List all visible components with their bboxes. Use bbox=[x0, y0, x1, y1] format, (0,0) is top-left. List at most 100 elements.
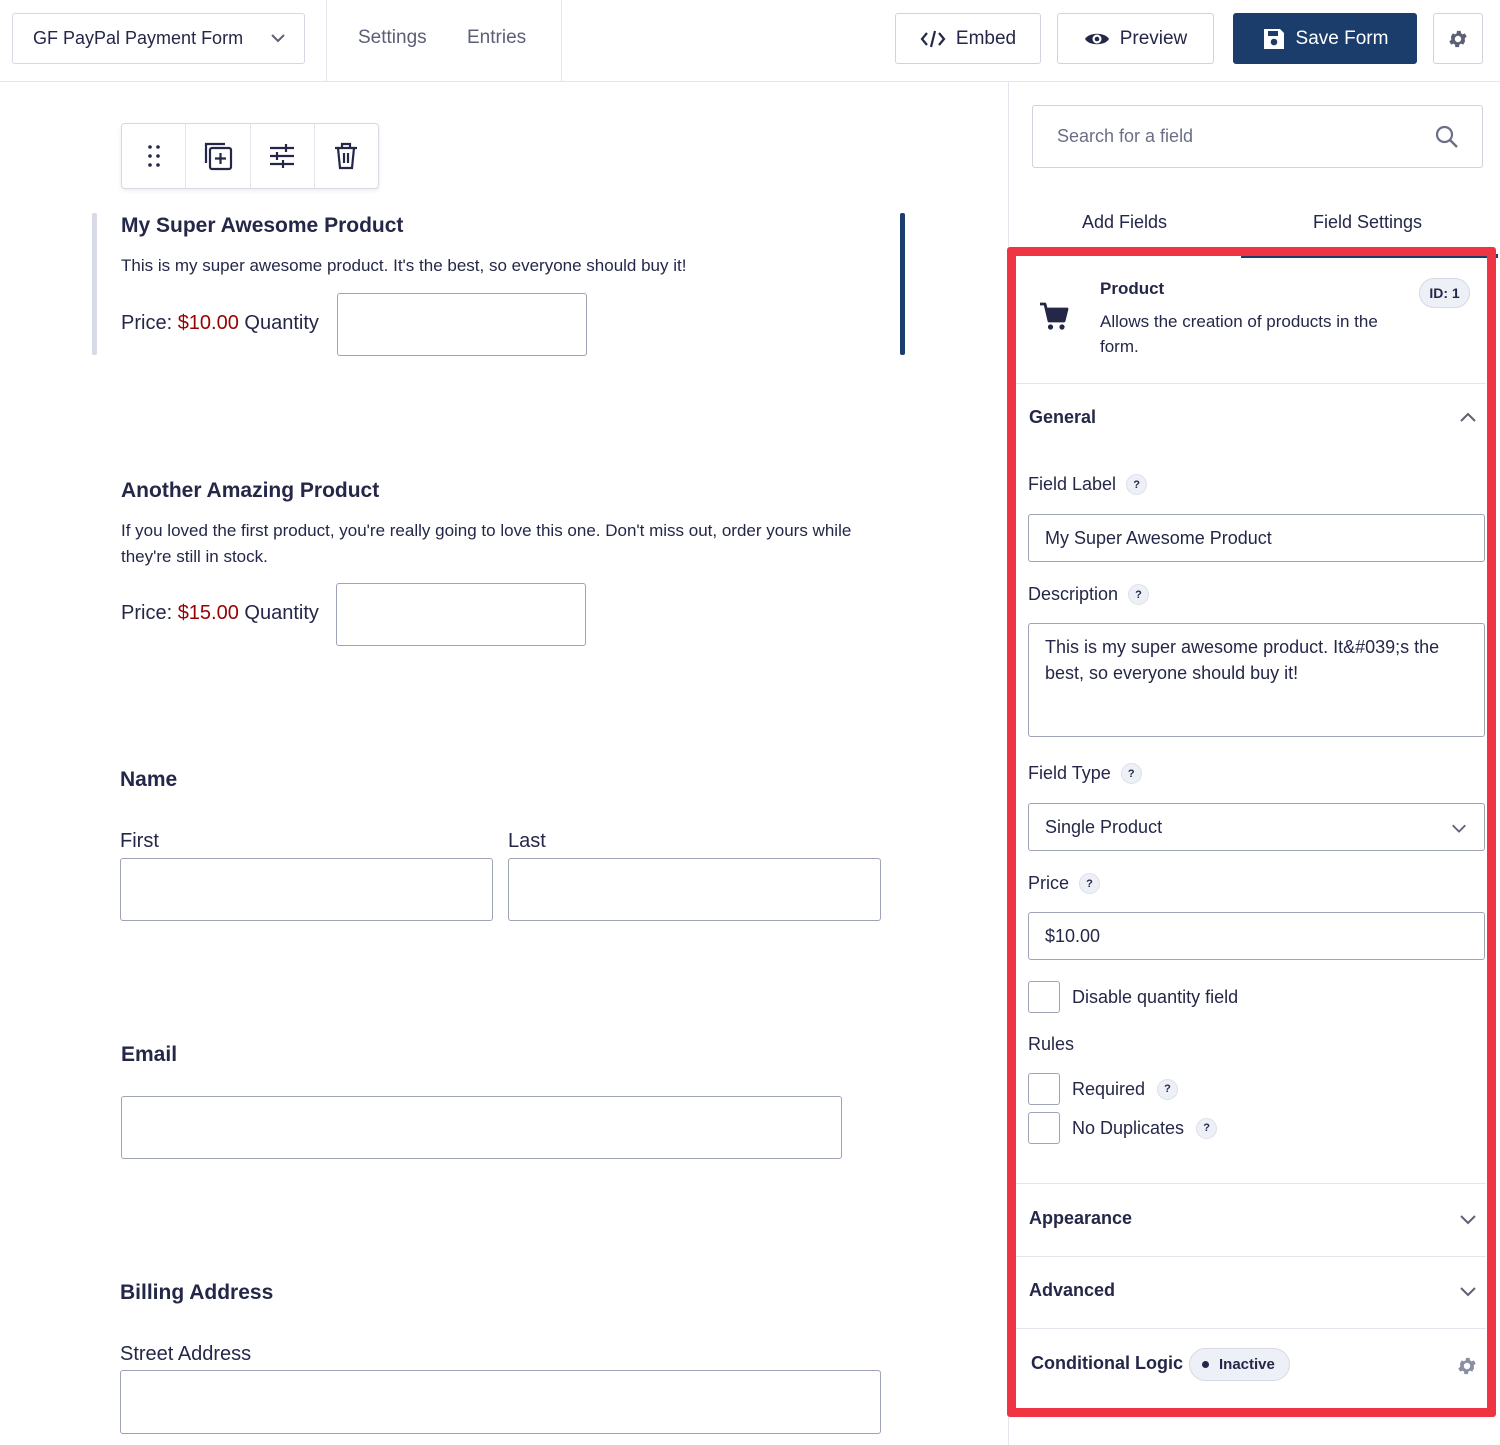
product1-title: My Super Awesome Product bbox=[121, 214, 404, 237]
tab-add-fields[interactable]: Add Fields bbox=[1082, 212, 1167, 233]
tab-field-settings[interactable]: Field Settings bbox=[1313, 212, 1422, 233]
duplicate-field-button[interactable] bbox=[186, 124, 251, 188]
code-icon bbox=[920, 30, 946, 47]
description-value: This is my super awesome product. It&#03… bbox=[1045, 637, 1440, 683]
description-setting-label: Description ? bbox=[1028, 584, 1150, 605]
rules-label: Rules bbox=[1028, 1034, 1074, 1055]
required-label: Required bbox=[1072, 1078, 1146, 1099]
search-icon bbox=[1435, 125, 1458, 148]
chevron-down-icon bbox=[271, 34, 285, 43]
field-type-description: Allows the creation of products in the f… bbox=[1100, 312, 1378, 356]
search-placeholder: Search for a field bbox=[1057, 126, 1194, 146]
divider bbox=[326, 0, 327, 82]
field-search-input[interactable]: Search for a field bbox=[1032, 105, 1483, 168]
product2-price-line: Price: $15.00 Quantity bbox=[121, 602, 319, 625]
price-prefix: Price: bbox=[121, 312, 173, 334]
required-row: Required ? bbox=[1028, 1073, 1179, 1105]
product1-price: $10.00 bbox=[177, 312, 239, 334]
chevron-down-icon bbox=[1452, 824, 1466, 833]
drag-dots-icon bbox=[147, 145, 160, 167]
no-duplicates-checkbox[interactable] bbox=[1028, 1112, 1060, 1144]
conditional-logic-status-badge: Inactive bbox=[1189, 1348, 1290, 1381]
field-label-input[interactable]: My Super Awesome Product bbox=[1028, 514, 1485, 562]
field-type-setting-label: Field Type ? bbox=[1028, 763, 1142, 784]
gear-icon[interactable] bbox=[1456, 1355, 1478, 1377]
product1-price-line: Price: $10.00 Quantity bbox=[121, 312, 319, 335]
form-switcher-dropdown[interactable]: GF PayPal Payment Form bbox=[12, 13, 305, 64]
no-duplicates-row: No Duplicates ? bbox=[1028, 1112, 1218, 1144]
field-label-text: Field Label bbox=[1028, 474, 1117, 494]
required-checkbox[interactable] bbox=[1028, 1073, 1060, 1105]
separator bbox=[1016, 1328, 1486, 1329]
top-bar: GF PayPal Payment Form Settings Entries … bbox=[0, 0, 1500, 82]
help-tooltip-icon[interactable]: ? bbox=[1120, 763, 1142, 784]
field-label-setting-label: Field Label ? bbox=[1028, 474, 1148, 495]
product1-quantity-input[interactable] bbox=[337, 293, 587, 356]
chevron-down-icon[interactable] bbox=[1458, 1209, 1478, 1229]
name-field-title: Name bbox=[120, 768, 178, 791]
chevron-up-icon[interactable] bbox=[1458, 408, 1478, 428]
form-name: GF PayPal Payment Form bbox=[33, 28, 244, 48]
drag-handle[interactable] bbox=[122, 124, 187, 188]
help-tooltip-icon[interactable]: ? bbox=[1079, 873, 1101, 894]
floppy-disk-icon bbox=[1263, 28, 1284, 49]
quantity-label: Quantity bbox=[244, 602, 319, 624]
email-input[interactable] bbox=[121, 1096, 842, 1159]
embed-button[interactable]: Embed bbox=[895, 13, 1041, 64]
help-tooltip-icon[interactable]: ? bbox=[1126, 474, 1148, 495]
sliders-icon bbox=[270, 144, 295, 168]
save-form-button[interactable]: Save Form bbox=[1233, 13, 1417, 64]
product1-description: This is my super awesome product. It's t… bbox=[121, 256, 687, 275]
preview-button[interactable]: Preview bbox=[1057, 13, 1214, 64]
general-section-title[interactable]: General bbox=[1029, 407, 1096, 428]
separator bbox=[1016, 383, 1486, 384]
nav-settings-link[interactable]: Settings bbox=[358, 27, 427, 49]
nav-entries-link[interactable]: Entries bbox=[467, 27, 526, 49]
shopping-cart-icon bbox=[1040, 302, 1069, 330]
trash-icon bbox=[335, 142, 358, 170]
rules-text: Rules bbox=[1028, 1034, 1075, 1054]
separator bbox=[1016, 1256, 1486, 1257]
delete-field-button[interactable] bbox=[315, 124, 378, 188]
price-input[interactable]: $10.00 bbox=[1028, 912, 1485, 960]
conditional-logic-title: Conditional Logic bbox=[1031, 1353, 1183, 1373]
last-name-label: Last bbox=[508, 830, 546, 852]
product2-price: $15.00 bbox=[177, 602, 239, 624]
chevron-down-icon[interactable] bbox=[1458, 1281, 1478, 1301]
help-tooltip-icon[interactable]: ? bbox=[1128, 584, 1150, 605]
field-id-badge: ID: 1 bbox=[1419, 278, 1470, 308]
product2-quantity-input[interactable] bbox=[336, 583, 586, 646]
description-text: Description bbox=[1028, 584, 1119, 604]
street-address-label: Street Address bbox=[120, 1343, 252, 1365]
status-dot bbox=[1202, 1361, 1209, 1368]
field-type-select[interactable]: Single Product bbox=[1028, 803, 1485, 851]
eye-icon bbox=[1084, 33, 1109, 44]
quantity-label: Quantity bbox=[244, 312, 319, 334]
last-name-input[interactable] bbox=[508, 858, 881, 921]
street-address-input[interactable] bbox=[120, 1370, 881, 1434]
price-value: $10.00 bbox=[1045, 925, 1101, 946]
field-settings-button[interactable] bbox=[251, 124, 315, 188]
separator bbox=[1016, 1183, 1486, 1184]
help-tooltip-icon[interactable]: ? bbox=[1196, 1117, 1218, 1139]
field-type-value: Single Product bbox=[1045, 816, 1163, 837]
product2-description: If you loved the first product, you're r… bbox=[121, 521, 852, 566]
email-field-title: Email bbox=[121, 1043, 178, 1066]
duplicate-icon bbox=[204, 142, 232, 171]
no-duplicates-label: No Duplicates bbox=[1072, 1117, 1185, 1138]
selection-indicator-left bbox=[92, 213, 97, 355]
appearance-section-title[interactable]: Appearance bbox=[1029, 1208, 1132, 1229]
disable-quantity-checkbox[interactable] bbox=[1028, 981, 1060, 1013]
field-label-value: My Super Awesome Product bbox=[1045, 527, 1272, 548]
first-name-input[interactable] bbox=[120, 858, 493, 921]
embed-label: Embed bbox=[955, 27, 1017, 49]
price-prefix: Price: bbox=[121, 602, 173, 624]
status-label: Inactive bbox=[1219, 1356, 1275, 1373]
advanced-section-title[interactable]: Advanced bbox=[1029, 1280, 1115, 1301]
help-tooltip-icon[interactable]: ? bbox=[1157, 1078, 1179, 1100]
first-name-label: First bbox=[120, 830, 159, 852]
selection-indicator-right bbox=[900, 213, 905, 355]
preview-label: Preview bbox=[1119, 27, 1188, 49]
form-settings-button[interactable] bbox=[1433, 13, 1483, 64]
description-textarea[interactable]: This is my super awesome product. It&#03… bbox=[1028, 623, 1485, 737]
